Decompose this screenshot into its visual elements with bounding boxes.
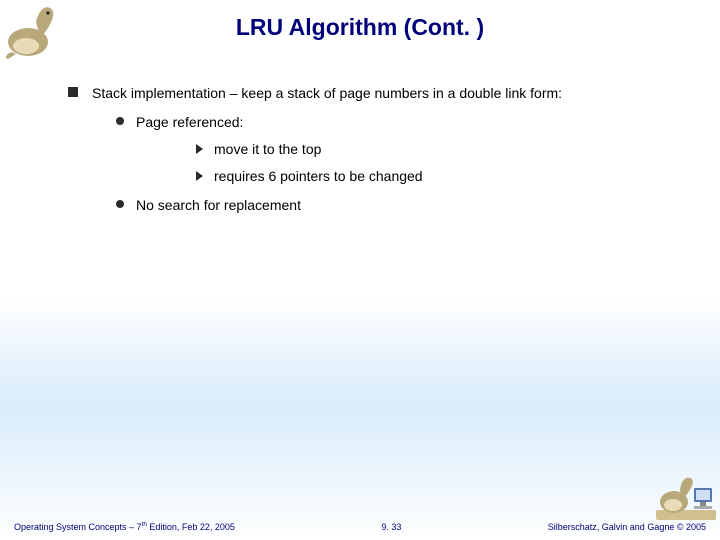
footer-left-prefix: Operating System Concepts – 7 [14,522,142,532]
bullet-sub-no-search-text: No search for replacement [136,197,301,213]
bullet-arrow-pointers: requires 6 pointers to be changed [196,167,670,186]
slide-title: LRU Algorithm (Cont. ) [0,0,720,41]
slide-footer: Operating System Concepts – 7th Edition,… [0,521,720,532]
bullet-arrow-move-text: move it to the top [214,141,321,157]
bullet-sub-no-search: No search for replacement [116,196,670,215]
dinosaur-icon [2,2,66,60]
footer-copyright: Silberschatz, Galvin and Gagne © 2005 [548,522,706,532]
dinosaur-computer-icon [654,474,718,522]
bullet-main: Stack implementation – keep a stack of p… [68,84,670,214]
bullet-arrow-move: move it to the top [196,140,670,159]
slide-content: Stack implementation – keep a stack of p… [0,58,720,214]
footer-left-suffix: Edition, Feb 22, 2005 [147,522,235,532]
bullet-main-text: Stack implementation – keep a stack of p… [92,85,562,101]
footer-page-number: 9. 33 [235,522,548,532]
slide-header: LRU Algorithm (Cont. ) [0,0,720,58]
footer-left: Operating System Concepts – 7th Edition,… [14,521,235,532]
bullet-sub-page-ref-text: Page referenced: [136,114,243,130]
bullet-arrow-pointers-text: requires 6 pointers to be changed [214,168,423,184]
bullet-sub-page-ref: Page referenced: move it to the top requ… [116,113,670,186]
